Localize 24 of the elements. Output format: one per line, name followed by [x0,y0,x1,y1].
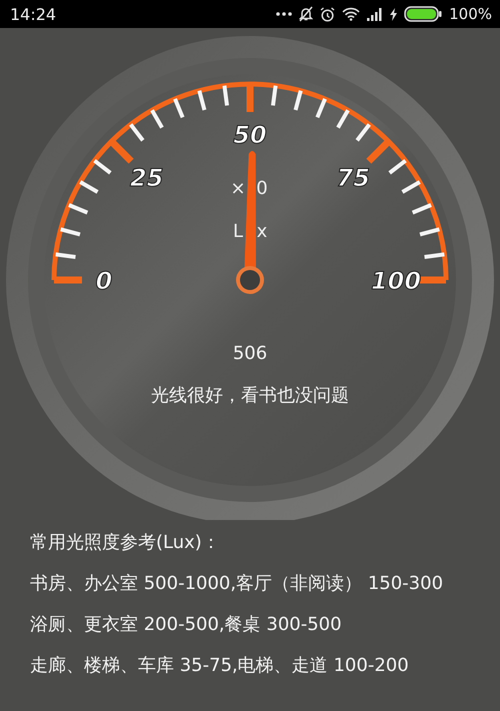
light-comment: 光线很好，看书也没问题 [151,385,349,406]
signal-icon [367,8,384,20]
reference-line: 走廊、楼梯、车库 35-75,电梯、走道 100-200 [30,657,410,675]
reference-title: 常用光照度参考(Lux)： [30,534,221,552]
scale-label: 75 [336,164,370,192]
more-dots-icon [276,12,292,16]
clock-time: 14:24 [10,4,56,24]
charging-bolt-icon [390,8,398,20]
unit-label: x [256,221,268,242]
unit-label: L [232,221,244,242]
reference-line: 浴厕、更衣室 200-500,餐桌 300-500 [30,616,343,634]
alarm-clock-icon [320,6,336,22]
scale-label: 0 [96,267,112,295]
lux-reading: 506 [232,343,268,364]
scale-label: 25 [130,164,164,192]
reference-line: 书房、办公室 500-1000,客厅（非阅读） 150-300 [30,575,444,593]
wifi-icon [342,7,360,21]
unit-label: 0 [256,178,268,199]
battery-icon [404,6,442,22]
unit-label: × [230,178,246,199]
battery-percentage: 100% [449,5,492,23]
muted-bell-icon [299,6,314,22]
scale-label: 100 [370,267,422,295]
scale-label: 50 [233,121,267,149]
